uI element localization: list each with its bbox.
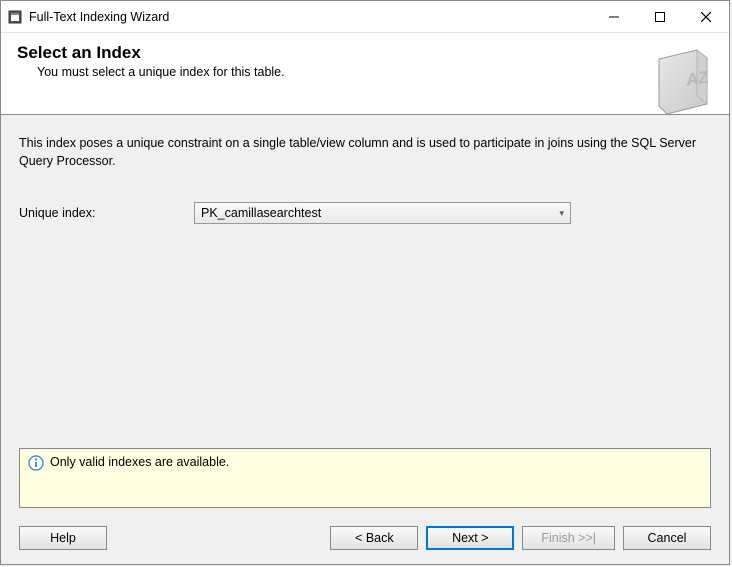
unique-index-row: Unique index: PK_camillasearchtest ▾ — [19, 202, 711, 224]
page-subtitle: You must select a unique index for this … — [17, 65, 713, 79]
minimize-button[interactable] — [591, 1, 637, 33]
chevron-down-icon: ▾ — [559, 208, 564, 219]
page-title: Select an Index — [17, 43, 713, 63]
app-icon — [7, 9, 23, 25]
maximize-button[interactable] — [637, 1, 683, 33]
wizard-footer: Help < Back Next > Finish >>| Cancel — [1, 512, 729, 564]
unique-index-label: Unique index: — [19, 206, 194, 220]
window-controls — [591, 1, 729, 32]
close-icon — [701, 12, 711, 22]
wizard-content: This index poses a unique constraint on … — [1, 115, 729, 512]
cancel-button[interactable]: Cancel — [623, 526, 711, 550]
wizard-header: Select an Index You must select a unique… — [1, 33, 729, 115]
help-button[interactable]: Help — [19, 526, 107, 550]
description-text: This index poses a unique constraint on … — [19, 135, 711, 170]
info-icon — [28, 455, 44, 471]
close-button[interactable] — [683, 1, 729, 33]
finish-button: Finish >>| — [522, 526, 615, 550]
next-button[interactable]: Next > — [426, 526, 514, 550]
wizard-book-icon: AZ — [649, 44, 719, 114]
dropdown-value: PK_camillasearchtest — [201, 206, 321, 220]
wizard-window: Full-Text Indexing Wizard Select an Inde… — [0, 0, 730, 565]
info-message: Only valid indexes are available. — [50, 455, 229, 469]
info-panel: Only valid indexes are available. — [19, 448, 711, 508]
unique-index-dropdown[interactable]: PK_camillasearchtest ▾ — [194, 202, 571, 224]
maximize-icon — [655, 12, 665, 22]
titlebar: Full-Text Indexing Wizard — [1, 1, 729, 33]
minimize-icon — [609, 12, 619, 22]
back-button[interactable]: < Back — [330, 526, 418, 550]
window-title: Full-Text Indexing Wizard — [29, 10, 591, 24]
